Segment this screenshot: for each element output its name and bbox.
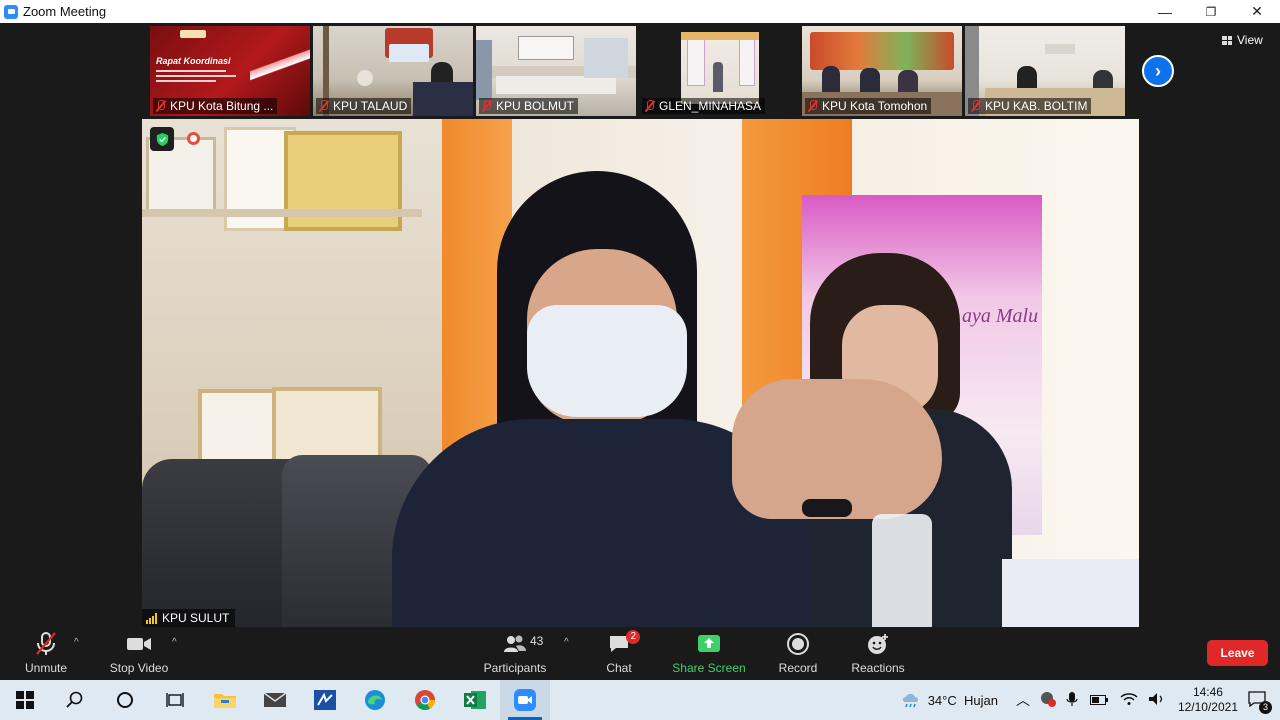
participants-button[interactable]: 43 Participants	[480, 630, 550, 680]
task-view-button[interactable]	[150, 680, 200, 720]
edge-button[interactable]	[350, 680, 400, 720]
next-page-button[interactable]: ›	[1142, 55, 1174, 87]
smiley-icon	[866, 631, 890, 657]
mic-muted-icon	[318, 100, 329, 112]
record-button[interactable]: Record	[772, 630, 824, 680]
zoom-app-icon	[4, 4, 18, 19]
microphone-icon[interactable]	[1066, 691, 1078, 710]
poster-heading: Rapat Koordinasi	[156, 56, 231, 66]
volume-icon[interactable]	[1148, 692, 1166, 709]
tile-label: GLEN_MINAHASA	[642, 98, 766, 114]
participants-count: 43	[530, 634, 544, 648]
excel-button[interactable]	[450, 680, 500, 720]
close-button[interactable]: ✕	[1234, 0, 1280, 23]
chrome-browser-icon	[415, 690, 436, 710]
weather-icon	[900, 690, 922, 711]
title-bar: Zoom Meeting — ❐ ✕	[0, 0, 1280, 23]
chrome-button[interactable]	[400, 680, 450, 720]
video-options-caret[interactable]: ^	[172, 637, 177, 648]
mic-muted-icon	[155, 100, 166, 112]
meeting-toolbar: Unmute ^ Stop Video ^ 43 Participants ^ …	[0, 630, 1280, 680]
audio-options-caret[interactable]: ^	[74, 637, 79, 648]
participant-tile[interactable]: KPU BOLMUT	[476, 26, 636, 116]
mail-button[interactable]	[250, 680, 300, 720]
participant-tile[interactable]: KPU TALAUD	[313, 26, 473, 116]
edge-browser-icon	[365, 690, 385, 710]
participant-tile[interactable]: KPU Kota Tomohon	[802, 26, 962, 116]
mic-muted-icon	[644, 100, 655, 112]
mic-muted-icon	[34, 631, 58, 657]
windows-logo-icon	[16, 691, 34, 709]
search-button[interactable]	[50, 680, 100, 720]
chevron-right-icon: ›	[1155, 60, 1161, 81]
show-hidden-icons-chevron-up-icon[interactable]: ︿	[1016, 690, 1030, 710]
action-center-button[interactable]: 3	[1248, 690, 1272, 714]
system-tray: 34°C Hujan ︿ 14:46 12/10/2021 3	[900, 680, 1280, 720]
file-explorer-button[interactable]	[200, 680, 250, 720]
notification-count-badge: 3	[1259, 700, 1272, 714]
active-speaker-video: aya Malu KPU SULUT	[142, 119, 1139, 627]
view-grid-icon	[1222, 35, 1232, 45]
restore-button[interactable]: ❐	[1188, 0, 1234, 23]
tile-label: KPU BOLMUT	[479, 98, 579, 114]
mail-icon	[263, 692, 287, 707]
encryption-shield-icon[interactable]	[150, 127, 174, 151]
stop-video-button[interactable]: Stop Video	[104, 630, 174, 680]
mic-muted-icon	[970, 100, 981, 112]
signal-strength-icon	[146, 612, 157, 624]
chat-button[interactable]: 2 Chat	[594, 630, 644, 680]
reactions-button[interactable]: Reactions	[846, 630, 910, 680]
video-scene: aya Malu	[142, 119, 1139, 627]
leave-button[interactable]: Leave	[1207, 640, 1268, 666]
security-alert-icon[interactable]	[1040, 691, 1056, 710]
tile-label: KPU TALAUD	[316, 98, 412, 114]
participant-strip: Rapat Koordinasi KPU Kota Bitung ... KPU…	[150, 26, 1125, 116]
share-screen-icon	[696, 631, 722, 657]
cortana-circle-icon	[117, 692, 133, 708]
participant-tile[interactable]: Rapat Koordinasi KPU Kota Bitung ...	[150, 26, 310, 116]
battery-icon[interactable]	[1089, 693, 1108, 708]
app-button[interactable]	[300, 680, 350, 720]
tile-label: KPU Kota Tomohon	[805, 98, 932, 114]
participants-options-caret[interactable]: ^	[564, 637, 569, 648]
task-view-icon	[166, 693, 184, 707]
chat-unread-badge: 2	[626, 630, 640, 644]
visual-studio-icon	[314, 690, 336, 710]
minimize-button[interactable]: —	[1142, 0, 1188, 23]
recording-indicator-icon	[187, 132, 200, 145]
start-button[interactable]	[0, 680, 50, 720]
view-button[interactable]: View	[1222, 33, 1263, 47]
unmute-button[interactable]: Unmute	[16, 630, 76, 680]
share-screen-button[interactable]: Share Screen	[670, 630, 748, 680]
zoom-icon	[514, 689, 536, 711]
wifi-icon[interactable]	[1120, 692, 1138, 709]
tile-label: KPU KAB. BOLTIM	[968, 98, 1092, 114]
windows-taskbar: 34°C Hujan ︿ 14:46 12/10/2021 3	[0, 680, 1280, 720]
mic-muted-icon	[807, 100, 818, 112]
window-title: Zoom Meeting	[23, 4, 107, 19]
search-icon	[66, 691, 83, 708]
cortana-button[interactable]	[100, 680, 150, 720]
chat-bubble-icon: 2	[607, 630, 640, 657]
participants-icon: 43	[502, 631, 543, 657]
meeting-area: Rapat Koordinasi KPU Kota Bitung ... KPU…	[0, 23, 1280, 680]
participant-tile[interactable]: KPU KAB. BOLTIM	[965, 26, 1125, 116]
banner-text: aya Malu	[962, 305, 1039, 327]
weather-text[interactable]: 34°C Hujan	[928, 693, 998, 708]
mic-muted-icon	[481, 100, 492, 112]
folder-icon	[214, 694, 236, 708]
zoom-taskbar-button[interactable]	[500, 680, 550, 720]
participant-tile[interactable]: GLEN_MINAHASA	[639, 26, 799, 116]
excel-icon	[464, 691, 486, 709]
record-icon	[786, 631, 810, 657]
video-camera-icon	[125, 631, 153, 657]
system-clock[interactable]: 14:46 12/10/2021	[1178, 685, 1238, 715]
tile-label: KPU Kota Bitung ...	[153, 98, 278, 114]
speaker-label: KPU SULUT	[142, 609, 236, 627]
